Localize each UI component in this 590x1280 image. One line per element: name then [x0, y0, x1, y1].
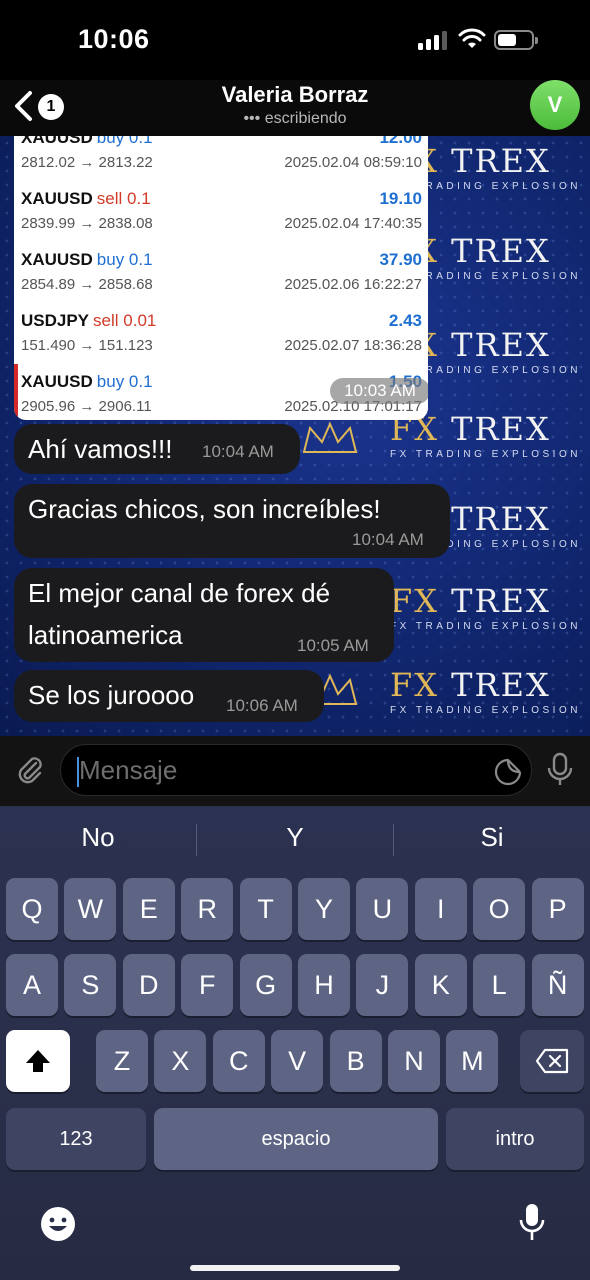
- key-t[interactable]: T: [239, 878, 292, 940]
- chat-header: 1 Valeria Borraz ••• escribiendo V: [0, 80, 590, 136]
- emoji-icon[interactable]: [38, 1204, 78, 1244]
- contact-name[interactable]: Valeria Borraz: [0, 82, 590, 108]
- message-time: 10:05 AM: [297, 636, 369, 655]
- chat-area[interactable]: FX TREX FX TRADING EXPLOSION FX TREX FX …: [0, 136, 590, 736]
- message-composer: [0, 736, 590, 806]
- message-text-line: latinoamerica: [28, 620, 183, 650]
- key-p[interactable]: P: [531, 878, 584, 940]
- message-bubble[interactable]: El mejor canal de forex dé latinoamerica…: [14, 568, 394, 662]
- key-g[interactable]: G: [239, 954, 292, 1016]
- crown-icon: [302, 421, 358, 453]
- message-bubble[interactable]: Ahí vamos!!! 10:04 AM: [14, 424, 300, 474]
- message-text: Ahí vamos!!!: [28, 434, 173, 464]
- avatar[interactable]: V: [530, 80, 580, 130]
- message-time: 10:04 AM: [202, 442, 274, 461]
- backspace-icon: [535, 1048, 569, 1074]
- key-o[interactable]: O: [473, 878, 526, 940]
- key-h[interactable]: H: [298, 954, 350, 1016]
- key-j[interactable]: J: [356, 954, 409, 1016]
- key-c[interactable]: C: [212, 1030, 265, 1092]
- key-z[interactable]: Z: [96, 1030, 148, 1092]
- key-u[interactable]: U: [356, 878, 409, 940]
- key-d[interactable]: D: [122, 954, 175, 1016]
- key-delete[interactable]: [520, 1030, 584, 1092]
- home-indicator: [190, 1265, 400, 1271]
- key-f[interactable]: F: [181, 954, 234, 1016]
- suggestion-2[interactable]: Y: [197, 822, 393, 853]
- message-input-wrapper[interactable]: [60, 744, 532, 796]
- cellular-signal-icon: [418, 30, 450, 50]
- wallpaper-logo: FX TREX FX TRADING EXPLOSION: [390, 666, 581, 716]
- message-text-line: El mejor canal de forex dé: [28, 578, 331, 608]
- wifi-icon: [458, 28, 486, 48]
- key-s[interactable]: S: [64, 954, 117, 1016]
- sticker-icon[interactable]: [493, 757, 523, 787]
- status-bar: 10:06: [0, 0, 590, 80]
- key-return[interactable]: intro: [446, 1108, 584, 1170]
- wallpaper-logo: FX TREX FX TRADING EXPLOSION: [390, 582, 581, 632]
- key-k[interactable]: K: [414, 954, 467, 1016]
- shift-icon: [26, 1050, 50, 1072]
- paperclip-icon[interactable]: [14, 754, 46, 786]
- key-shift[interactable]: [6, 1030, 70, 1092]
- battery-icon: [494, 30, 538, 50]
- trade-row: USDJPY sell 0.01 2.43 151.490 → 151.123 2…: [21, 311, 422, 354]
- typing-status: ••• escribiendo: [243, 110, 347, 127]
- key-ñ[interactable]: Ñ: [531, 954, 584, 1016]
- suggestion-3[interactable]: Si: [394, 822, 590, 853]
- message-text: Se los juroooo: [28, 680, 195, 710]
- key-v[interactable]: V: [271, 1030, 324, 1092]
- message-time: 10:06 AM: [226, 696, 298, 715]
- key-numbers[interactable]: 123: [6, 1108, 146, 1170]
- key-x[interactable]: X: [154, 1030, 207, 1092]
- key-m[interactable]: M: [446, 1030, 499, 1092]
- key-i[interactable]: I: [414, 878, 467, 940]
- key-w[interactable]: W: [64, 878, 117, 940]
- key-b[interactable]: B: [329, 1030, 382, 1092]
- key-q[interactable]: Q: [6, 878, 58, 940]
- message-time: 10:04 AM: [352, 530, 424, 549]
- key-space[interactable]: espacio: [154, 1108, 438, 1170]
- message-bubble[interactable]: Se los juroooo 10:06 AM: [14, 670, 324, 722]
- trade-history-image[interactable]: XAUUSD buy 0.1 12.00 2812.02 → 2813.22 20…: [14, 136, 428, 420]
- trade-row: XAUUSD buy 0.1 37.90 2854.89 → 2858.68 20…: [21, 250, 422, 293]
- keyboard: No Y Si 123 espacio intro QWERTYUIOP ASDF…: [0, 806, 590, 1280]
- message-text: Gracias chicos, son increíbles!: [28, 494, 381, 524]
- dictation-mic-icon[interactable]: [518, 1202, 546, 1246]
- suggestion-1[interactable]: No: [0, 822, 196, 853]
- key-a[interactable]: A: [6, 954, 58, 1016]
- message-bubble[interactable]: Gracias chicos, son increíbles! 10:04 AM: [14, 484, 450, 558]
- key-n[interactable]: N: [388, 1030, 440, 1092]
- trade-row: XAUUSD buy 0.1 12.00 2812.02 → 2813.22 20…: [21, 136, 422, 171]
- key-y[interactable]: Y: [298, 878, 350, 940]
- key-e[interactable]: E: [122, 878, 175, 940]
- status-time: 10:06: [78, 24, 150, 54]
- microphone-icon[interactable]: [546, 752, 574, 788]
- message-input[interactable]: [79, 745, 479, 795]
- row-marker: [14, 364, 18, 420]
- key-r[interactable]: R: [181, 878, 234, 940]
- message-time: 10:03 AM: [330, 378, 428, 404]
- trade-row: XAUUSD sell 0.1 19.10 2839.99 → 2838.08 2…: [21, 189, 422, 232]
- key-l[interactable]: L: [473, 954, 526, 1016]
